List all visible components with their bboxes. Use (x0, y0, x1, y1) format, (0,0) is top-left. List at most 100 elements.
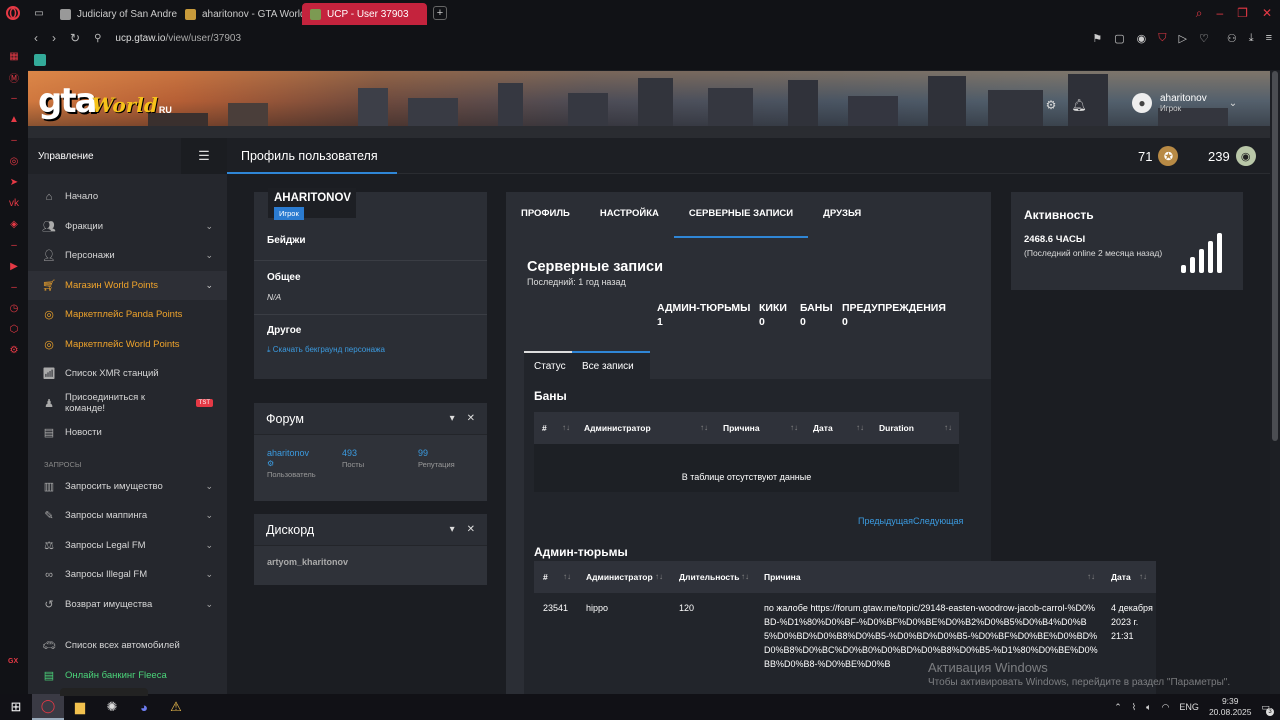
clock[interactable]: 9:39 20.08.2025 (1209, 696, 1252, 718)
menu-icon[interactable]: ≡ (1266, 32, 1272, 44)
flow-icon[interactable]: ▷ (1178, 32, 1186, 45)
restore-icon[interactable]: ❐ (1237, 6, 1248, 20)
profile-icon[interactable]: ⚇ (1227, 32, 1237, 45)
col-header[interactable]: Администратор (584, 412, 651, 444)
collapse-icon[interactable]: ▾ (450, 524, 455, 535)
sidebar-item-illegal-fm[interactable]: ∞ Запросы Illegal FM ⌄ (28, 560, 227, 590)
minimize-icon[interactable]: – (1216, 6, 1223, 20)
volume-icon[interactable]: 🔈︎ (1146, 702, 1151, 713)
url-field[interactable]: ucp.gtaw.io/view/user/37903 (115, 33, 241, 44)
discord-icon[interactable]: ◈ (8, 218, 20, 230)
app-icon[interactable]: ✺ (96, 694, 128, 720)
sidebar-item-home[interactable]: ⌂ Начало (28, 182, 227, 212)
new-tab-button[interactable]: + (433, 6, 447, 20)
whatsapp-icon[interactable]: ◎ (8, 155, 20, 167)
tab-profile[interactable]: ПРОФИЛЬ (506, 192, 585, 238)
site-settings-icon[interactable]: ⚲ (94, 33, 101, 44)
sidebar-item-legal-fm[interactable]: ⚖ Запросы Legal FM ⌄ (28, 531, 227, 561)
notification-icon[interactable]: ▭ 3 (1261, 702, 1274, 716)
col-header[interactable]: Дата (813, 412, 833, 444)
file-explorer-icon[interactable]: ▆ (64, 694, 96, 720)
sidebar-item-join-team[interactable]: ♟ Присоединиться к команде! TST (28, 389, 227, 419)
next-button[interactable]: Следующая (913, 516, 963, 526)
tab-server-records[interactable]: СЕРВЕРНЫЕ ЗАПИСИ (673, 192, 809, 238)
sort-icon[interactable]: ↑↓ (741, 561, 749, 593)
settings-icon[interactable]: ⚙ (8, 344, 20, 356)
pin-icon[interactable]: ⚑ (1092, 32, 1102, 45)
sort-icon[interactable]: ↑↓ (562, 412, 570, 444)
sidebar-item-fleeca[interactable]: ▤ Онлайн банкинг Fleeca (28, 661, 227, 691)
sidebar-item-news[interactable]: ▤ Новости (28, 418, 227, 448)
bell-icon[interactable]: 🔔︎ (1071, 98, 1086, 112)
close-icon[interactable]: ✕ (1262, 6, 1272, 20)
col-header[interactable]: # (542, 412, 547, 444)
shield-icon[interactable]: ⛉ (1158, 32, 1166, 45)
workspaces-icon[interactable]: ▭ (26, 0, 52, 26)
tab-friends[interactable]: ДРУЗЬЯ (808, 192, 876, 238)
collapse-icon[interactable]: ▾ (450, 413, 455, 424)
scrollbar-thumb[interactable] (1272, 71, 1278, 441)
speed-dial-icon[interactable]: ▦ (8, 50, 20, 62)
browser-tab-3[interactable]: UCP - User 37903 (302, 3, 427, 25)
page-scrollbar[interactable] (1270, 71, 1280, 694)
sort-icon[interactable]: ↑↓ (700, 412, 708, 444)
sidebar-item-panda-market[interactable]: ◎ Маркетплейс Panda Points (28, 300, 227, 330)
forward-icon[interactable]: › (52, 31, 56, 45)
history-icon[interactable]: ◷ (8, 302, 20, 314)
app-icon[interactable]: ⚠ (160, 694, 192, 720)
sort-icon[interactable]: ↑↓ (1087, 561, 1095, 593)
sort-icon[interactable]: ↑↓ (655, 561, 663, 593)
sidebar-item-vehicles[interactable]: 🚗︎ Список всех автомобилей (28, 631, 227, 661)
discord-taskbar-icon[interactable]: ◕ (128, 694, 160, 720)
language-indicator[interactable]: ENG (1179, 702, 1199, 712)
col-header[interactable]: Причина (723, 412, 760, 444)
col-header[interactable]: Администратор (586, 561, 653, 593)
forum-user[interactable]: aharitonov ⚙ Пользователь (267, 448, 316, 479)
prev-button[interactable]: Предыдущая (858, 516, 913, 526)
subtab-status[interactable]: Статус (524, 351, 572, 379)
sort-icon[interactable]: ↑↓ (856, 412, 864, 444)
windows-start-icon[interactable]: ⊞ (0, 694, 32, 720)
heart-icon[interactable]: ♡ (1199, 32, 1209, 45)
camera-icon[interactable]: ◉ (1137, 32, 1147, 45)
opera-gx-taskbar-icon[interactable]: ◯ (32, 694, 64, 720)
col-header[interactable]: Причина (764, 561, 801, 593)
browser-tab-1[interactable]: Judiciary of San Andreas (52, 3, 177, 25)
sort-icon[interactable]: ↑↓ (563, 561, 571, 593)
player-icon[interactable]: ▶ (8, 260, 20, 272)
tab-settings[interactable]: НАСТРОЙКА (585, 192, 674, 238)
telegram-icon[interactable]: ➤ (8, 176, 20, 188)
settings-icon[interactable]: ⚙ (1044, 98, 1058, 112)
gta-world-logo[interactable]: gta World RU (38, 81, 172, 121)
sidebar-item-factions[interactable]: 👥︎ Фракции ⌄ (28, 212, 227, 242)
sort-icon[interactable]: ↑↓ (944, 412, 952, 444)
close-icon[interactable]: ✕ (467, 524, 475, 535)
close-icon[interactable]: ✕ (467, 413, 475, 424)
download-icon[interactable]: ⤓ (1249, 32, 1254, 45)
sidebar-item-mapping[interactable]: ✎ Запросы маппинга ⌄ (28, 501, 227, 531)
hamburger-icon[interactable]: ☰ (181, 138, 227, 174)
wifi-icon[interactable]: ◠ (1162, 702, 1170, 713)
snapshot-icon[interactable]: ▢ (1114, 32, 1124, 45)
sidebar-item-xmr[interactable]: 📶︎ Список XMR станций (28, 359, 227, 389)
network-icon[interactable]: ⌇ (1132, 702, 1136, 713)
browser-tab-2[interactable]: aharitonov - GTA World R (177, 3, 302, 25)
sort-icon[interactable]: ↑↓ (790, 412, 798, 444)
subtab-all-records[interactable]: Все записи (572, 351, 650, 379)
user-menu[interactable]: ● aharitonov Игрок ⌄ (1132, 93, 1237, 113)
reload-icon[interactable]: ↻ (70, 31, 80, 45)
download-background-link[interactable]: ⤓ Скачать бекграунд персонажа (267, 345, 385, 355)
sidebar-item-wp-shop[interactable]: 🛒︎ Магазин World Points ⌄ (28, 270, 227, 300)
sidebar-item-property-request[interactable]: ▥ Запросить имущество ⌄ (28, 472, 227, 502)
opera-logo-icon[interactable] (0, 0, 26, 26)
back-icon[interactable]: ‹ (34, 31, 38, 45)
col-header[interactable]: # (543, 561, 548, 593)
aria-icon[interactable]: ▲ (8, 113, 20, 125)
tray-chevron-icon[interactable]: ⌃ (1114, 702, 1122, 713)
sidebar-item-wp-market[interactable]: ◎ Маркетплейс World Points (28, 330, 227, 360)
game-icon[interactable]: Ⓜ (8, 71, 20, 85)
sidebar-item-characters[interactable]: 👤︎ Персонажи ⌄ (28, 241, 227, 271)
sidebar-item-refund[interactable]: ↺ Возврат имущества ⌄ (28, 590, 227, 620)
col-header[interactable]: Дата (1111, 561, 1131, 593)
col-header[interactable]: Длительность (679, 561, 740, 593)
